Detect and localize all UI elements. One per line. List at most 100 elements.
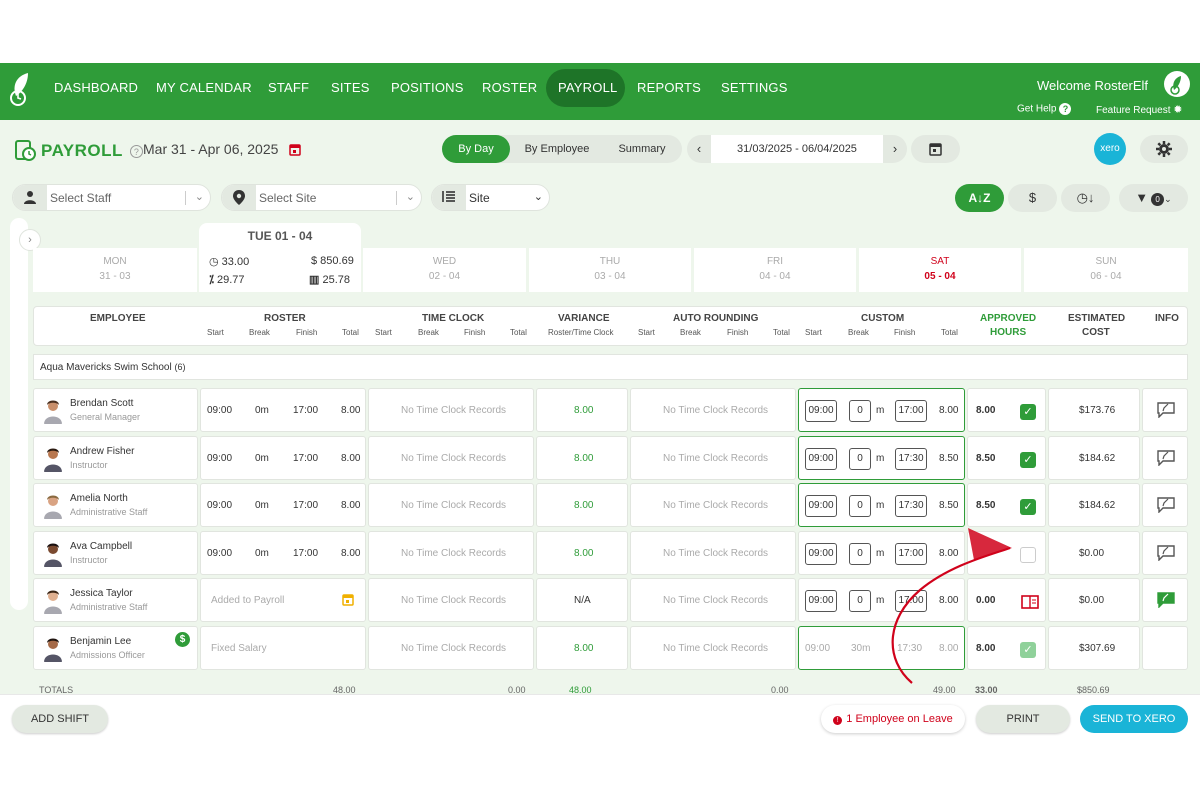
custom-break-input[interactable]: 0 [849, 447, 871, 470]
time-sort-button[interactable]: ◷↓ [1061, 184, 1110, 212]
roster-finish: 17:00 [293, 500, 319, 511]
gear-icon [1156, 141, 1172, 157]
employee-cell[interactable]: Ava Campbell Instructor [33, 530, 198, 575]
auto-rounding-status: No Time Clock Records [663, 500, 769, 511]
col-ar-finish: Finish [727, 328, 749, 337]
approve-checkbox[interactable]: ✓ [1020, 499, 1036, 515]
next-week-chevron-icon[interactable]: › [883, 135, 907, 163]
xero-button[interactable]: xero [1094, 133, 1126, 165]
nav-payroll[interactable]: PAYROLL [558, 80, 617, 95]
nav-settings[interactable]: SETTINGS [721, 80, 788, 95]
estimated-cost: $0.00 [1079, 595, 1105, 606]
nav-positions[interactable]: POSITIONS [391, 80, 464, 95]
approve-checkbox[interactable] [1020, 546, 1036, 563]
cost-cell: $0.00 [1048, 530, 1140, 575]
custom-finish-input[interactable]: 17:00 [895, 542, 927, 565]
prev-week-chevron-icon[interactable]: ‹ [687, 135, 711, 163]
leave-notice-button[interactable]: ! 1 Employee on Leave [821, 705, 965, 733]
approve-checkbox[interactable]: ✓ [1020, 451, 1036, 468]
custom-cell[interactable]: 09:00 0 m 17:00 8.00 [798, 578, 965, 622]
day-mon[interactable]: MON 31 - 03 [33, 248, 197, 292]
rosterelf-logo-icon[interactable] [8, 70, 36, 110]
nav-roster[interactable]: ROSTER [482, 80, 537, 95]
settings-button[interactable] [1140, 135, 1188, 163]
custom-cell[interactable]: 09:00 0 m 17:30 8.50 [798, 483, 965, 527]
auto-rounding-status: No Time Clock Records [663, 405, 769, 416]
roster-break: 0m [255, 547, 269, 559]
tab-by-employee[interactable]: By Employee [516, 135, 598, 163]
custom-break-input[interactable]: 0 [849, 495, 871, 517]
calendar-button[interactable] [911, 135, 960, 163]
help-circle-icon[interactable]: ? [129, 144, 143, 158]
custom-start-input[interactable]: 09:00 [805, 447, 837, 470]
date-range-input[interactable]: 31/03/2025 - 06/04/2025 [711, 135, 883, 163]
custom-finish-input[interactable]: 17:30 [895, 495, 927, 517]
approve-checkbox[interactable]: ✓ [1020, 641, 1036, 658]
filter-button[interactable]: ▼ 0 ⌄ [1119, 184, 1188, 212]
tab-by-day[interactable]: By Day [442, 135, 510, 163]
time-clock-cell: No Time Clock Records [368, 625, 534, 670]
day-sat[interactable]: SAT 05 - 04 [859, 248, 1021, 292]
custom-cell[interactable]: 09:00 30m 17:30 8.00 [798, 625, 965, 670]
day-tue-selected[interactable]: TUE 01 - 04 ◷ 33.00 $ 850.69 ⁒ 29.77 ▥ 2… [199, 223, 361, 292]
custom-cell[interactable]: 09:00 0 m 17:00 8.00 [798, 388, 965, 432]
roster-cell: 09:00 0m 17:00 8.00 [200, 483, 366, 527]
selected-day-stat: 25.78 [322, 274, 350, 286]
nav-dashboard[interactable]: DASHBOARD [54, 80, 138, 95]
approve-checkbox[interactable]: ✓ [1020, 404, 1036, 420]
day-fri[interactable]: FRI 04 - 04 [694, 248, 856, 292]
variance-cell: 8.00 [536, 388, 628, 432]
employee-cell[interactable]: Andrew Fisher Instructor [33, 435, 198, 480]
leave-book-icon[interactable] [1021, 595, 1039, 609]
employee-cell[interactable]: Jessica Taylor Administrative Staff [33, 578, 198, 622]
employee-cell[interactable]: Brendan Scott General Manager [33, 388, 198, 432]
calendar-red-icon[interactable] [289, 143, 301, 156]
custom-cell[interactable]: 09:00 0 m 17:00 8.00 [798, 530, 965, 575]
print-button[interactable]: PRINT [976, 705, 1070, 733]
custom-finish-input[interactable]: 17:00 [895, 590, 927, 612]
employee-position: Instructor [70, 459, 108, 470]
variance-cell: N/A [536, 578, 628, 622]
custom-start-input[interactable]: 09:00 [805, 542, 837, 565]
day-wed[interactable]: WED 02 - 04 [363, 248, 526, 292]
custom-break-input[interactable]: 0 [849, 542, 871, 565]
select-staff-dropdown[interactable]: Select Staff ⌄ [12, 184, 211, 211]
custom-break-input[interactable]: 0 [849, 590, 871, 612]
roster-total: 8.00 [341, 500, 361, 511]
nav-staff[interactable]: STAFF [268, 80, 309, 95]
feature-request-link[interactable]: Feature Request ✹ [1096, 103, 1183, 116]
custom-break-input[interactable]: 0 [849, 400, 871, 422]
comment-icon[interactable] [1157, 402, 1175, 418]
clock-icon: ◷ [209, 256, 219, 268]
comment-filled-icon[interactable] [1157, 592, 1175, 608]
nav-my-calendar[interactable]: MY CALENDAR [156, 80, 252, 95]
employee-cell[interactable]: Benjamin Lee Admissions Officer $ [33, 625, 198, 670]
employee-name: Brendan Scott [70, 398, 134, 409]
custom-start-input[interactable]: 09:00 [805, 400, 837, 422]
group-by-dropdown[interactable]: Site ⌄ [431, 184, 550, 211]
site-group-header[interactable]: Aqua Mavericks Swim School (6) [33, 354, 1188, 380]
day-sun[interactable]: SUN 06 - 04 [1024, 248, 1188, 292]
left-scroll-rail[interactable] [10, 218, 28, 610]
cost-button[interactable]: $ [1008, 184, 1057, 212]
select-site-dropdown[interactable]: Select Site ⌄ [221, 184, 422, 211]
get-help-link[interactable]: Get Help? [1017, 103, 1072, 115]
send-to-xero-button[interactable]: SEND TO XERO [1080, 705, 1188, 733]
add-shift-button[interactable]: ADD SHIFT [12, 705, 108, 733]
tab-summary[interactable]: Summary [606, 135, 678, 163]
custom-cell[interactable]: 09:00 0 m 17:30 8.50 [798, 435, 965, 480]
comment-icon[interactable] [1157, 497, 1175, 513]
user-avatar[interactable] [1164, 71, 1190, 97]
comment-icon[interactable] [1157, 544, 1175, 561]
custom-finish-input[interactable]: 17:30 [895, 447, 927, 470]
custom-finish-input[interactable]: 17:00 [895, 400, 927, 422]
nav-reports[interactable]: REPORTS [637, 80, 701, 95]
comment-icon[interactable] [1157, 449, 1175, 466]
cost-cell: $184.62 [1048, 483, 1140, 527]
sort-alpha-button[interactable]: A↓Z [955, 184, 1004, 212]
nav-sites[interactable]: SITES [331, 80, 370, 95]
employee-cell[interactable]: Amelia North Administrative Staff [33, 483, 198, 527]
custom-start-input[interactable]: 09:00 [805, 590, 837, 612]
custom-start-input[interactable]: 09:00 [805, 495, 837, 517]
day-thu[interactable]: THU 03 - 04 [529, 248, 691, 292]
